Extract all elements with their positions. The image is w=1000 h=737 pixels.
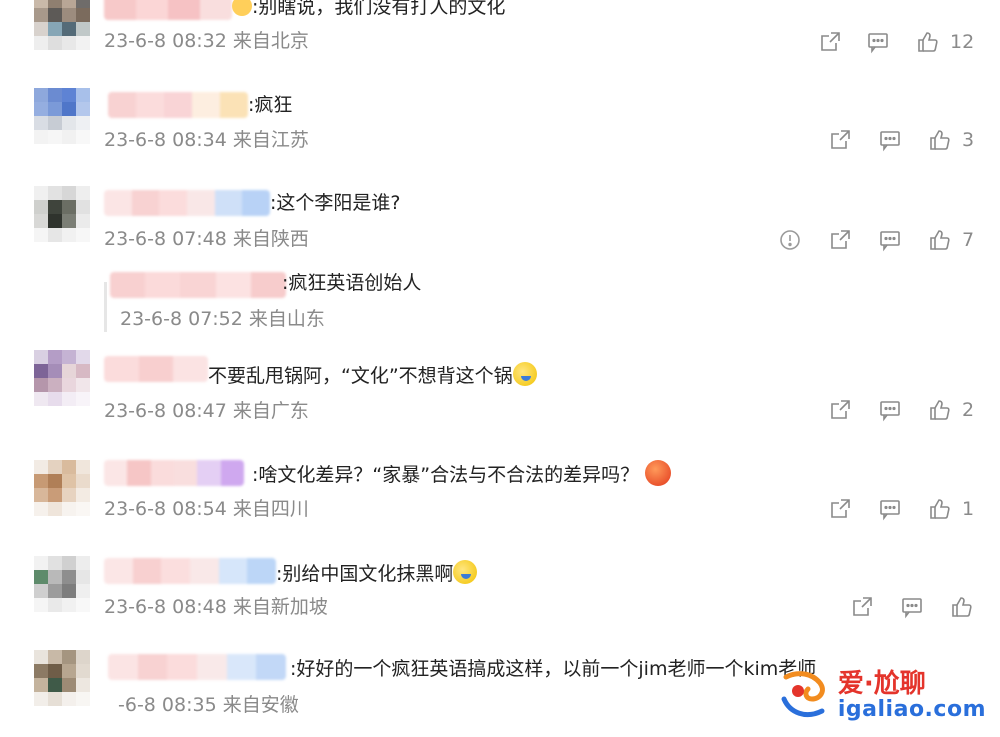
report-button[interactable] bbox=[778, 228, 802, 252]
like-count: 7 bbox=[962, 229, 975, 251]
watermark-text: 爱·尬聊 igaliao.com bbox=[838, 670, 986, 722]
share-button[interactable] bbox=[828, 228, 852, 252]
comment-icon bbox=[900, 595, 924, 619]
username-blurred[interactable] bbox=[104, 558, 276, 584]
watermark-domain: igaliao.com bbox=[837, 697, 986, 722]
username-blurred[interactable] bbox=[104, 0, 232, 20]
comment-icon bbox=[878, 497, 902, 521]
comment-icon bbox=[878, 128, 902, 152]
crying-emoji-icon bbox=[512, 362, 537, 386]
comment-meta: 23-6-8 08:32 来自北京 bbox=[104, 30, 309, 52]
username-blurred[interactable] bbox=[108, 92, 248, 118]
report-icon bbox=[778, 228, 802, 252]
comment-button[interactable] bbox=[878, 128, 902, 152]
share-icon bbox=[828, 398, 852, 422]
thumbs-up-icon bbox=[928, 497, 952, 521]
comment-button[interactable] bbox=[878, 398, 902, 422]
share-icon bbox=[828, 497, 852, 521]
username-blurred[interactable] bbox=[104, 190, 270, 216]
thumbs-up-icon bbox=[950, 595, 974, 619]
share-icon bbox=[828, 228, 852, 252]
avatar[interactable] bbox=[34, 186, 90, 242]
like-count: 2 bbox=[962, 399, 975, 421]
like-count: 12 bbox=[950, 31, 975, 53]
comment-meta: -6-8 08:35 来自安徽 bbox=[118, 694, 299, 716]
comment-meta: 23-6-8 08:54 来自四川 bbox=[104, 498, 309, 520]
comment-text: :好好的一个疯狂英语搞成这样，以前一个jim老师一个kim老师 bbox=[290, 658, 817, 680]
share-icon bbox=[818, 30, 842, 54]
comment-text: :别给中国文化抹黑啊 bbox=[276, 560, 478, 587]
username-blurred[interactable] bbox=[108, 654, 286, 680]
comment-text: 不要乱甩锅阿，“文化”不想背这个锅 bbox=[208, 362, 537, 389]
comment-icon bbox=[878, 228, 902, 252]
comment-text: :别瞎说，我们没有打人的文化 bbox=[232, 0, 505, 20]
like-button[interactable]: 3 bbox=[928, 128, 974, 152]
like-count: 3 bbox=[962, 129, 975, 151]
crying-emoji-icon bbox=[453, 560, 478, 584]
watermark-title: 爱·尬聊 bbox=[837, 669, 926, 699]
avatar[interactable] bbox=[34, 88, 90, 144]
like-button[interactable]: 7 bbox=[928, 228, 974, 252]
comment-icon bbox=[878, 398, 902, 422]
avatar[interactable] bbox=[34, 350, 90, 406]
like-count: 1 bbox=[962, 498, 975, 520]
comment-meta: 23-6-8 08:34 来自江苏 bbox=[104, 129, 309, 151]
comment-button[interactable] bbox=[878, 228, 902, 252]
like-button[interactable]: 12 bbox=[916, 30, 974, 54]
avatar[interactable] bbox=[34, 650, 90, 706]
emoji-icon bbox=[232, 0, 252, 16]
watermark: 爱·尬聊 igaliao.com bbox=[776, 669, 986, 723]
share-button[interactable] bbox=[818, 30, 842, 54]
comment-button[interactable] bbox=[900, 595, 924, 619]
thumbs-up-icon bbox=[928, 398, 952, 422]
username-blurred[interactable] bbox=[104, 356, 208, 382]
share-button[interactable] bbox=[850, 595, 874, 619]
watermark-logo-icon bbox=[776, 669, 832, 723]
avatar[interactable] bbox=[34, 556, 90, 612]
comment-meta: 23-6-8 08:48 来自新加坡 bbox=[104, 596, 328, 618]
thumbs-up-icon bbox=[928, 128, 952, 152]
share-button[interactable] bbox=[828, 128, 852, 152]
comment-meta: 23-6-8 07:48 来自陕西 bbox=[104, 228, 309, 250]
thumbs-up-icon bbox=[916, 30, 940, 54]
comment-text: :这个李阳是谁? bbox=[270, 192, 401, 214]
comment-text: :疯狂 bbox=[248, 94, 293, 116]
comment-icon bbox=[866, 30, 890, 54]
comment-button[interactable] bbox=[866, 30, 890, 54]
comment-meta: 23-6-8 08:47 来自广东 bbox=[104, 400, 309, 422]
username-blurred[interactable] bbox=[110, 272, 286, 298]
share-icon bbox=[828, 128, 852, 152]
comment-text: :啥文化差异？“家暴”合法与不合法的差异吗？ bbox=[252, 460, 672, 488]
avatar[interactable] bbox=[34, 0, 90, 50]
share-icon bbox=[850, 595, 874, 619]
like-button[interactable] bbox=[950, 595, 974, 619]
angry-emoji-icon bbox=[645, 460, 672, 486]
share-button[interactable] bbox=[828, 497, 852, 521]
reply-meta: 23-6-8 07:52 来自山东 bbox=[120, 308, 325, 330]
username-blurred[interactable] bbox=[104, 460, 244, 486]
like-button[interactable]: 1 bbox=[928, 497, 974, 521]
thumbs-up-icon bbox=[928, 228, 952, 252]
reply-divider bbox=[104, 282, 107, 332]
reply-text: :疯狂英语创始人 bbox=[282, 272, 422, 294]
like-button[interactable]: 2 bbox=[928, 398, 974, 422]
comment-button[interactable] bbox=[878, 497, 902, 521]
avatar[interactable] bbox=[34, 460, 90, 516]
share-button[interactable] bbox=[828, 398, 852, 422]
